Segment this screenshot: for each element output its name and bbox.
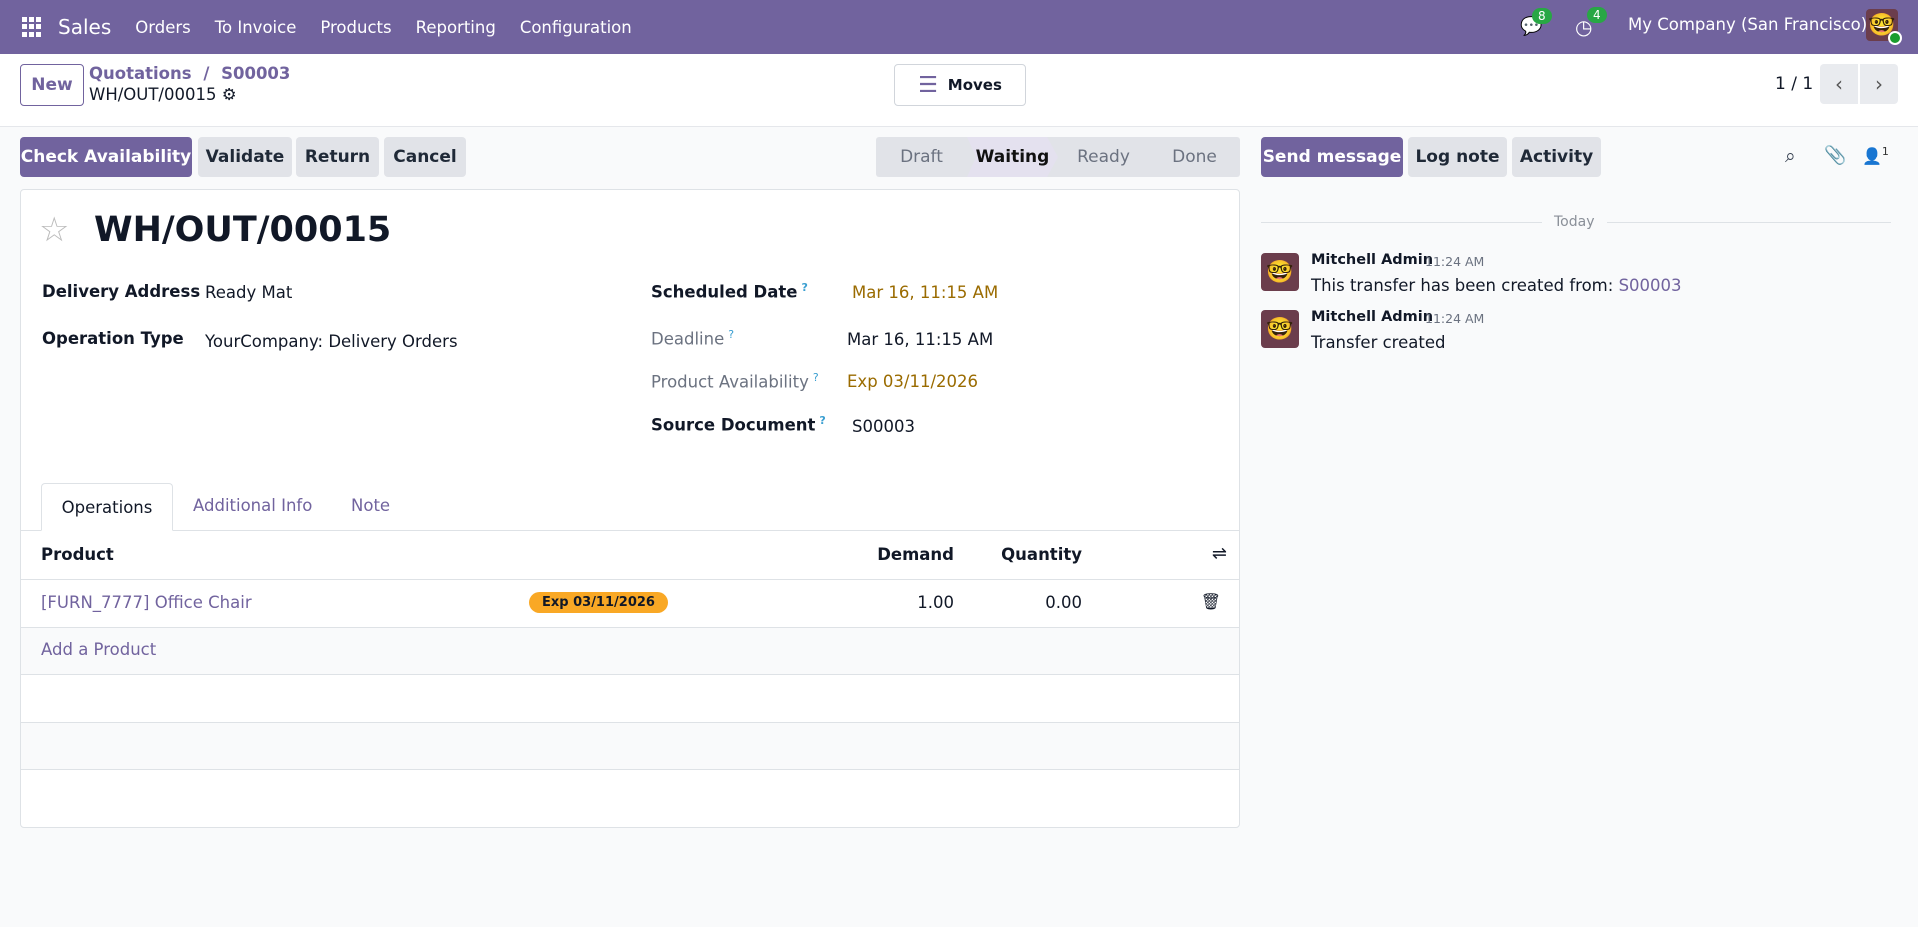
apps-menu-icon[interactable] — [22, 17, 42, 37]
online-status-icon — [1888, 31, 1902, 45]
followers-button[interactable]: 👤1 — [1862, 145, 1889, 165]
empty-row — [21, 723, 1239, 770]
tab-additional-info[interactable]: Additional Info — [193, 496, 312, 515]
column-quantity[interactable]: Quantity — [1001, 545, 1082, 564]
product-availability-field: Exp 03/11/2026 — [847, 372, 979, 391]
message-time: 11:24 AM — [1425, 311, 1485, 326]
scheduled-date-label: Scheduled Date? — [651, 281, 808, 302]
breadcrumb-order[interactable]: S00003 — [221, 64, 290, 83]
menu-reporting[interactable]: Reporting — [416, 18, 496, 37]
menu-configuration[interactable]: Configuration — [520, 18, 632, 37]
app-name[interactable]: Sales — [58, 15, 111, 39]
message-text: This transfer has been created from: — [1311, 276, 1614, 295]
column-demand[interactable]: Demand — [877, 545, 954, 564]
message-body: This transfer has been created from: S00… — [1311, 276, 1682, 295]
messages-icon[interactable]: 💬 8 — [1520, 8, 1552, 37]
help-icon[interactable]: ? — [813, 371, 819, 384]
date-separator: Today — [1542, 214, 1607, 230]
activity-button[interactable]: Activity — [1512, 137, 1601, 177]
operation-type-field[interactable]: YourCompany: Delivery Orders — [205, 332, 458, 351]
check-availability-button[interactable]: Check Availability — [20, 137, 192, 177]
tab-operations[interactable]: Operations — [41, 483, 173, 531]
moves-label: Moves — [947, 76, 1002, 94]
messages-badge: 8 — [1532, 8, 1552, 24]
current-record: WH/OUT/00015 ⚙ — [89, 85, 237, 104]
status-done[interactable]: Done — [1149, 137, 1240, 177]
deadline-label: Deadline? — [651, 328, 734, 349]
delivery-address-label: Delivery Address — [42, 282, 201, 301]
activity-clock-icon[interactable]: ◷ 4 — [1575, 7, 1607, 39]
help-icon[interactable]: ? — [801, 281, 807, 294]
pager-next-button[interactable]: › — [1860, 64, 1898, 104]
top-navbar: Sales Orders To Invoice Products Reporti… — [0, 0, 1918, 54]
trash-icon[interactable]: 🗑 — [1201, 592, 1221, 611]
source-document-label: Source Document? — [651, 414, 826, 435]
pager-value[interactable]: 1 / 1 — [1775, 74, 1813, 94]
table-row[interactable]: [FURN_7777] Office Chair Exp 03/11/2026 … — [21, 580, 1239, 628]
bars-icon: ☰ — [918, 72, 938, 98]
record-title: WH/OUT/00015 — [94, 210, 392, 250]
status-waiting[interactable]: Waiting — [967, 137, 1058, 177]
status-draft[interactable]: Draft — [876, 137, 967, 177]
deadline-field[interactable]: Mar 16, 11:15 AM — [847, 330, 993, 349]
send-message-button[interactable]: Send message — [1261, 137, 1403, 177]
breadcrumb-quotations[interactable]: Quotations — [89, 64, 192, 83]
product-availability-label-text: Product Availability — [651, 372, 809, 392]
author-avatar[interactable]: 🤓 — [1261, 253, 1299, 291]
statusbar: Draft Waiting Ready Done — [876, 137, 1240, 177]
column-product[interactable]: Product — [41, 545, 114, 564]
quantity-value[interactable]: 0.00 — [1045, 593, 1082, 612]
company-switcher[interactable]: My Company (San Francisco) — [1628, 15, 1867, 34]
status-ready[interactable]: Ready — [1058, 137, 1149, 177]
help-icon[interactable]: ? — [819, 414, 825, 427]
message-author[interactable]: Mitchell Admin — [1311, 252, 1433, 268]
gear-icon[interactable]: ⚙ — [222, 85, 237, 104]
deadline-label-text: Deadline — [651, 329, 725, 349]
record-name: WH/OUT/00015 — [89, 85, 217, 104]
moves-smart-button[interactable]: ☰ Moves — [894, 64, 1026, 106]
availability-badge: Exp 03/11/2026 — [529, 592, 668, 613]
pager-previous-button[interactable]: ‹ — [1820, 64, 1858, 104]
menu-to-invoice[interactable]: To Invoice — [215, 18, 297, 37]
scheduled-date-label-text: Scheduled Date — [651, 282, 798, 302]
search-messages-icon[interactable]: ⌕ — [1785, 145, 1796, 167]
demand-value[interactable]: 1.00 — [917, 593, 954, 612]
activities-badge: 4 — [1587, 7, 1607, 23]
add-product-row: Add a Product — [21, 628, 1239, 675]
breadcrumb: Quotations / S00003 — [89, 64, 291, 83]
delivery-address-field[interactable]: Ready Mat — [205, 283, 292, 302]
favorite-star-icon[interactable]: ☆ — [39, 210, 69, 250]
control-panel: New Quotations / S00003 WH/OUT/00015 ⚙ ☰… — [0, 54, 1918, 127]
attachment-paperclip-icon[interactable]: 📎 — [1824, 145, 1846, 166]
tab-note[interactable]: Note — [351, 496, 390, 515]
help-icon[interactable]: ? — [728, 328, 734, 341]
cancel-button[interactable]: Cancel — [384, 137, 466, 177]
product-availability-label: Product Availability? — [651, 371, 819, 392]
message-author[interactable]: Mitchell Admin — [1311, 309, 1433, 325]
new-button[interactable]: New — [20, 64, 84, 106]
source-document-field[interactable]: S00003 — [852, 417, 915, 436]
validate-button[interactable]: Validate — [198, 137, 292, 177]
message-time: 11:24 AM — [1425, 254, 1485, 269]
author-avatar[interactable]: 🤓 — [1261, 310, 1299, 348]
table-header: Product Demand Quantity ⇌ — [21, 531, 1239, 580]
message-source-link[interactable]: S00003 — [1619, 276, 1682, 295]
scheduled-date-field[interactable]: Mar 16, 11:15 AM — [852, 283, 998, 302]
log-note-button[interactable]: Log note — [1408, 137, 1507, 177]
optional-columns-toggle-icon[interactable]: ⇌ — [1212, 543, 1227, 564]
add-product-link[interactable]: Add a Product — [41, 640, 156, 659]
menu-products[interactable]: Products — [320, 18, 391, 37]
user-avatar[interactable]: 🤓 — [1866, 9, 1902, 45]
menu-orders[interactable]: Orders — [135, 18, 191, 37]
operation-type-label: Operation Type — [42, 329, 184, 348]
return-button[interactable]: Return — [296, 137, 379, 177]
form-sheet: ☆ WH/OUT/00015 Delivery Address Ready Ma… — [20, 189, 1240, 828]
source-document-label-text: Source Document — [651, 415, 816, 435]
empty-row — [21, 675, 1239, 723]
user-icon: 👤 — [1862, 146, 1882, 166]
followers-count: 1 — [1881, 145, 1889, 158]
product-name[interactable]: [FURN_7777] Office Chair — [41, 593, 252, 612]
message-text: Transfer created — [1311, 333, 1446, 352]
